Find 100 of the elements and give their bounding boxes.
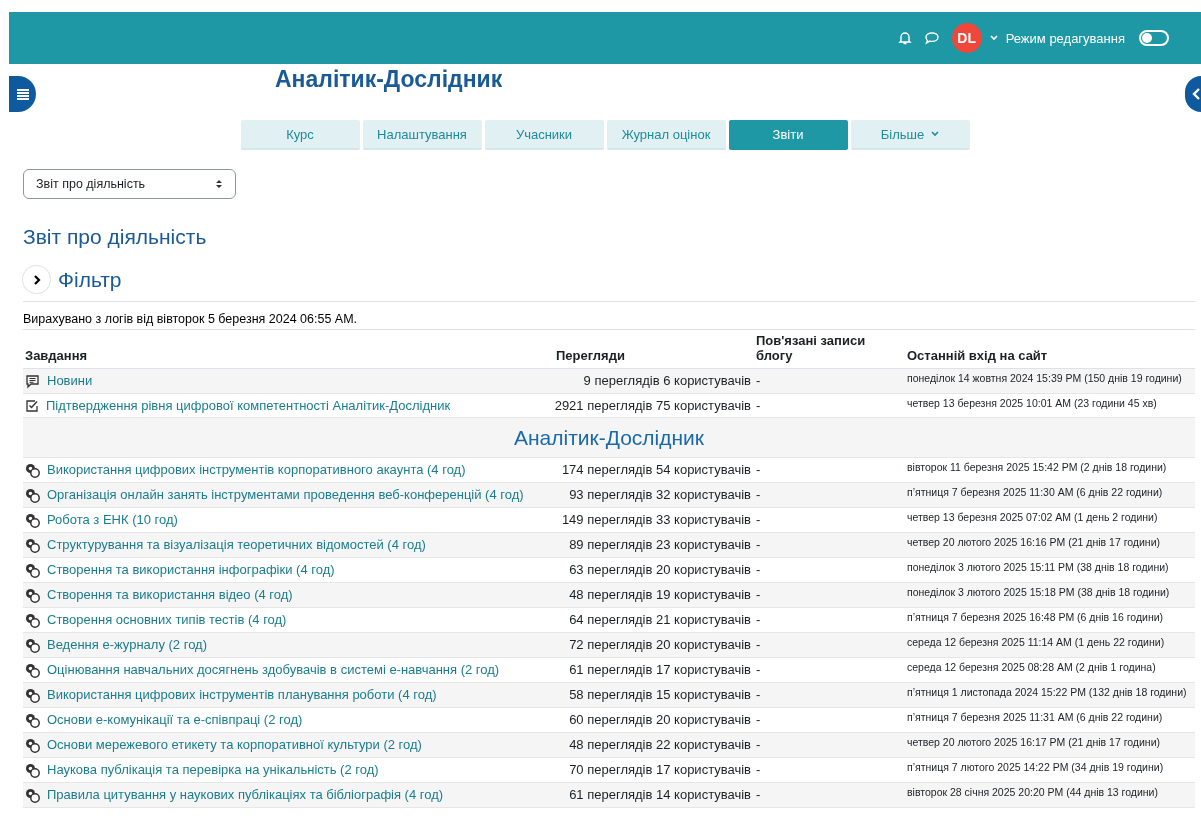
- activity-link[interactable]: Використання цифрових інструментів корпоративного акаунта (4 год): [47, 462, 466, 477]
- views-count: 89 переглядів 23 користувачів: [569, 537, 751, 552]
- views-count: 2921 переглядів 75 користувачів: [554, 398, 751, 413]
- edit-mode-toggle[interactable]: [1139, 30, 1169, 46]
- activity-link[interactable]: Структурування та візуалізація теоретичних відомостей (4 год): [47, 537, 426, 552]
- column-header: Пов'язані записи блогу: [756, 333, 866, 363]
- blog-entries: -: [756, 398, 761, 413]
- activity-link[interactable]: Підтвердження рівня цифрової компетентності Аналітик-Дослідник: [46, 398, 451, 413]
- views-count: 48 переглядів 22 користувачів: [569, 737, 751, 752]
- views-count: 58 переглядів 15 користувачів: [569, 687, 751, 702]
- views-count: 174 переглядів 54 користувачів: [561, 462, 751, 477]
- nav-tab[interactable]: Налаштування: [362, 120, 482, 150]
- page-heading: Звіт про діяльність: [23, 225, 208, 249]
- activity-link[interactable]: Ведення е-журналу (2 год): [47, 637, 208, 652]
- circles-icon: [25, 513, 40, 528]
- blog-entries: -: [756, 537, 761, 552]
- last-access: понеділок 14 жовтня 2024 15:39 PM (150 днів 19 години): [907, 372, 1182, 384]
- edit-mode-label: Режим редагування: [1005, 30, 1125, 46]
- blog-entries: -: [756, 562, 761, 577]
- activity-link[interactable]: Наукова публікація та перевірка на унікальність (2 год): [47, 762, 379, 777]
- report-select[interactable]: Звіт про діяльність: [23, 169, 236, 199]
- user-avatar[interactable]: DL: [951, 23, 982, 53]
- list-icon: [16, 88, 29, 100]
- activity-link[interactable]: Робота з ЕНК (10 год): [47, 512, 178, 527]
- blog-entries: -: [756, 762, 761, 777]
- nav-tab[interactable]: Більше: [850, 120, 970, 150]
- views-count: 93 переглядів 32 користувачів: [569, 487, 751, 502]
- activity-link[interactable]: Використання цифрових інструментів планування роботи (4 год): [47, 687, 437, 702]
- blog-entries: -: [756, 737, 761, 752]
- last-access: четвер 20 лютого 2025 16:16 PM (21 днів 17 години): [907, 536, 1161, 548]
- views-count: 64 переглядів 21 користувачів: [569, 612, 751, 627]
- activity-link[interactable]: Створення та використання інфографіки (4 год): [47, 562, 335, 577]
- nav-tab[interactable]: Звіти: [728, 120, 848, 150]
- chevron-icon: [31, 274, 42, 285]
- circles-icon: [25, 713, 40, 728]
- section-heading: Аналітик-Дослідник: [513, 426, 705, 449]
- blog-entries: -: [756, 687, 761, 702]
- views-count: 48 переглядів 19 користувачів: [569, 587, 751, 602]
- circles-icon: [25, 613, 40, 628]
- last-access: вівторок 11 березня 2025 15:42 PM (2 днів 18 години): [907, 461, 1167, 473]
- last-access: середа 12 березня 2025 11:14 AM (1 день 22 години): [907, 636, 1165, 648]
- blog-entries: -: [756, 587, 761, 602]
- filter-toggle-button[interactable]: [23, 266, 50, 293]
- circles-icon: [25, 563, 40, 578]
- blog-entries: -: [756, 787, 761, 802]
- last-access: п’ятниця 1 листопада 2024 15:22 PM (132 днів 18 години): [907, 686, 1187, 698]
- blog-entries: -: [756, 512, 761, 527]
- activity-link[interactable]: Правила цитування у наукових публікаціях та бібліографія (4 год): [47, 787, 444, 802]
- last-access: четвер 13 березня 2025 10:01 AM (23 години 45 хв): [907, 397, 1157, 409]
- views-count: 61 переглядів 17 користувачів: [569, 662, 751, 677]
- views-count: 9 переглядів 6 користувачів: [583, 373, 751, 388]
- course-title: Аналітик-Дослідник: [275, 65, 503, 94]
- activity-link[interactable]: Основи е-комунікації та е-співпраці (2 год): [47, 712, 303, 727]
- activity-link[interactable]: Організація онлайн занять інструментами проведення веб-конференцій (4 год): [47, 487, 524, 502]
- last-access: середа 12 березня 2025 08:28 AM (2 днів 1 година): [907, 661, 1156, 673]
- activity-link[interactable]: Основи мережевого етикету та корпоративної культури (2 год): [47, 737, 422, 752]
- views-count: 60 переглядів 20 користувачів: [569, 712, 751, 727]
- blog-entries: -: [756, 373, 761, 388]
- checkbox-icon: [25, 399, 39, 413]
- nav-tab[interactable]: Учасники: [484, 120, 604, 150]
- column-header: Останній вхід на сайт: [907, 348, 1048, 363]
- chat-icon[interactable]: [923, 31, 940, 45]
- caret-icon: [931, 131, 940, 137]
- blog-entries: -: [756, 662, 761, 677]
- log-note: Вирахувано з логів від вівторок 5 березня 2024 06:55 AM.: [23, 302, 1195, 330]
- last-access: понеділок 3 лютого 2025 15:18 PM (38 днів 18 години): [907, 586, 1170, 598]
- nav-tab[interactable]: Журнал оцінок: [606, 120, 726, 150]
- nav-tab[interactable]: Курс: [240, 120, 360, 150]
- activity-link[interactable]: Створення та використання відео (4 год): [47, 587, 293, 602]
- caret-icon[interactable]: [989, 35, 998, 41]
- last-access: п’ятниця 7 березня 2025 16:48 PM (6 днів 16 години): [907, 611, 1164, 623]
- last-access: п’ятниця 7 березня 2025 11:31 AM (6 днів 22 години): [907, 711, 1163, 723]
- views-count: 63 переглядів 20 користувачів: [569, 562, 751, 577]
- views-count: 72 переглядів 20 користувачів: [569, 637, 751, 652]
- column-header: Перегляди: [556, 348, 625, 363]
- drawer-button[interactable]: [1185, 76, 1201, 112]
- last-access: четвер 20 лютого 2025 16:17 PM (21 днів 17 години): [907, 736, 1161, 748]
- last-access: четвер 13 березня 2025 07:02 AM (1 день 2 години): [907, 511, 1158, 523]
- course-index-button[interactable]: [9, 76, 36, 112]
- last-access: понеділок 3 лютого 2025 15:11 PM (38 днів 18 години): [907, 561, 1169, 573]
- column-header: Завдання: [25, 348, 88, 363]
- filter-label[interactable]: Фільтр: [58, 267, 122, 292]
- sort-icon: [215, 179, 223, 189]
- blog-entries: -: [756, 612, 761, 627]
- views-count: 70 переглядів 17 користувачів: [569, 762, 751, 777]
- blog-entries: -: [756, 712, 761, 727]
- chat-icon: [25, 374, 40, 389]
- activity-link[interactable]: Новини: [47, 373, 93, 388]
- activity-link[interactable]: Створення основних типів тестів (4 год): [47, 612, 287, 627]
- blog-entries: -: [756, 487, 761, 502]
- circles-icon: [25, 763, 40, 778]
- circles-icon: [25, 663, 40, 678]
- last-access: п’ятниця 7 березня 2025 11:30 AM (6 днів 22 години): [907, 486, 1163, 498]
- bell-icon[interactable]: [897, 31, 912, 45]
- views-count: 61 переглядів 14 користувачів: [569, 787, 751, 802]
- last-access: вівторок 28 січня 2025 20:20 PM (44 днів 13 години): [907, 786, 1158, 798]
- blog-entries: -: [756, 462, 761, 477]
- views-count: 149 переглядів 33 користувачів: [561, 512, 751, 527]
- blog-entries: -: [756, 637, 761, 652]
- activity-link[interactable]: Оцінювання навчальних досягнень здобувачів в системі е-навчання (2 год): [47, 662, 500, 677]
